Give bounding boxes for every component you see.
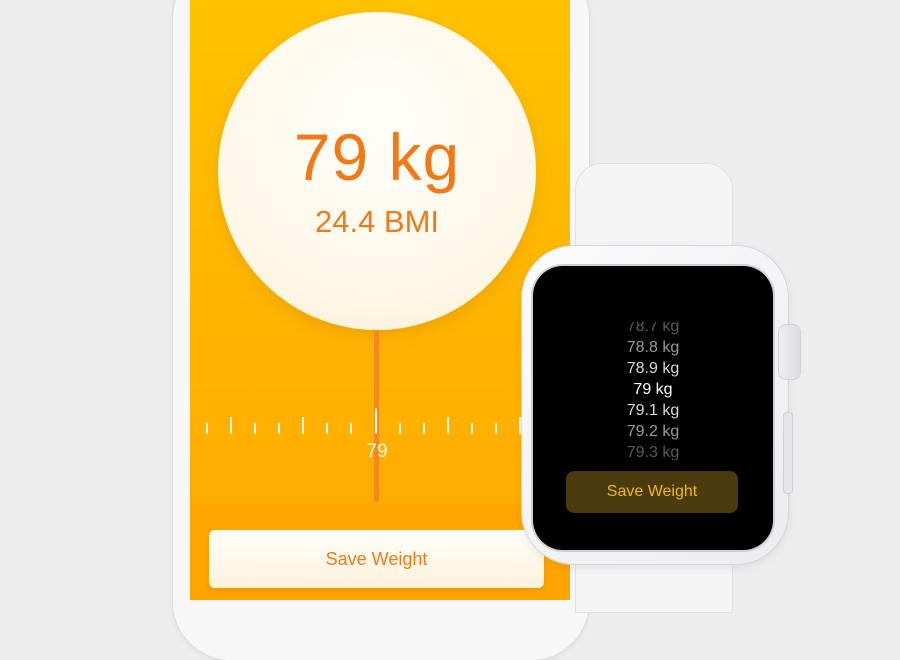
picker-item-selected[interactable]: 79 kg bbox=[533, 380, 773, 400]
picker-item[interactable]: 79.1 kg bbox=[533, 401, 773, 421]
save-weight-button[interactable]: Save Weight bbox=[209, 530, 544, 588]
ruler-tick bbox=[447, 417, 449, 434]
watch-save-weight-button[interactable]: Save Weight bbox=[566, 471, 738, 513]
digital-crown[interactable] bbox=[779, 325, 800, 379]
watch-side-button[interactable] bbox=[784, 413, 792, 493]
ruler-tick bbox=[206, 423, 208, 434]
phone-screen: 79 kg 24.4 BMI 79 Save Weight bbox=[190, 0, 570, 600]
picker-item[interactable]: 79.3 kg bbox=[533, 443, 773, 460]
picker-item[interactable]: 79.2 kg bbox=[533, 422, 773, 442]
ruler-tick bbox=[423, 423, 425, 434]
watch-screen: 78.7 kg 78.8 kg 78.9 kg 79 kg 79.1 kg 79.2 kg… bbox=[533, 266, 773, 550]
picker-item[interactable]: 78.7 kg bbox=[533, 322, 773, 337]
ruler-tick bbox=[350, 423, 352, 434]
weight-picker[interactable]: 78.7 kg 78.8 kg 78.9 kg 79 kg 79.1 kg 79.2 kg… bbox=[533, 322, 773, 460]
ruler-tick bbox=[375, 408, 377, 434]
ruler-tick bbox=[302, 417, 304, 434]
ruler-tick bbox=[495, 423, 497, 434]
ruler-tick bbox=[230, 417, 232, 434]
weight-ruler[interactable] bbox=[190, 0, 570, 600]
picker-item[interactable]: 78.8 kg bbox=[533, 338, 773, 358]
ruler-tick bbox=[278, 423, 280, 434]
ruler-tick bbox=[399, 423, 401, 434]
ruler-label: 79 bbox=[366, 441, 388, 462]
ruler-tick bbox=[519, 417, 521, 434]
picker-item[interactable]: 78.9 kg bbox=[533, 359, 773, 379]
ruler-tick bbox=[254, 423, 256, 434]
ruler-tick bbox=[326, 423, 328, 434]
ruler-tick bbox=[471, 423, 473, 434]
